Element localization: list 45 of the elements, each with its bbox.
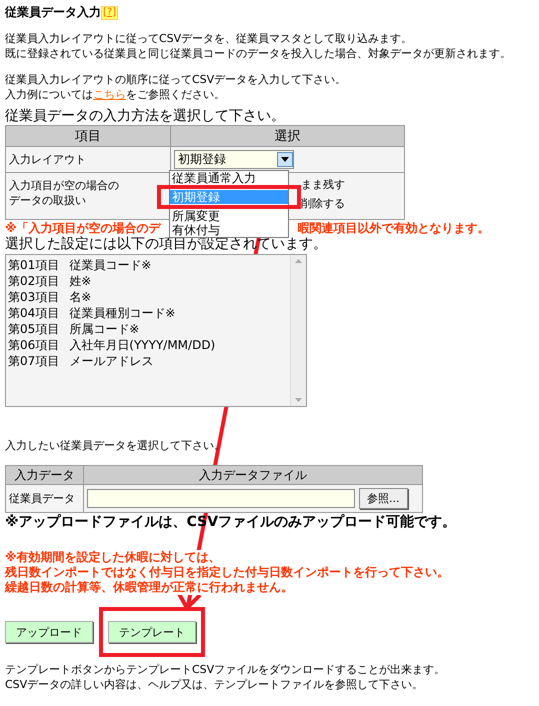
- dropdown-option[interactable]: 所属変更: [170, 209, 288, 223]
- dropdown-option[interactable]: 有休付与: [170, 223, 288, 237]
- item-number: 第02項目: [8, 273, 60, 289]
- page-title: 従業員データ入力: [5, 5, 101, 20]
- action-button[interactable]: テンプレート: [108, 621, 196, 643]
- scroll-up-icon: [295, 259, 302, 263]
- instruction-text: をご参照ください。: [126, 87, 225, 102]
- dropdown-option[interactable]: 従業員通常入力: [170, 171, 288, 185]
- instruction-text: 入力例については: [5, 87, 93, 102]
- item-number: 第06項目: [8, 337, 60, 353]
- item-name: 従業員種別コード※: [69, 305, 176, 321]
- column-header: 入力データファイル: [84, 466, 422, 484]
- table-cell: 入力レイアウト: [6, 146, 170, 172]
- item-number: 第07項目: [8, 353, 60, 369]
- item-number: 第01項目: [8, 257, 60, 273]
- warning-text: 暇関連項目以外で有効となります。: [298, 221, 490, 236]
- action-button[interactable]: アップロード: [5, 621, 93, 643]
- column-header: 入力データ: [6, 466, 84, 484]
- scroll-down-icon: [295, 398, 302, 402]
- intro-text: 既に登録されている従業員と同じ従業員コードのデータを投入した場合、対象データが更新されます。: [5, 46, 512, 61]
- footer-text: テンプレートボタンからテンプレートCSVファイルをダウンロードすることが出来ます。: [5, 662, 446, 677]
- column-header: 選択: [170, 126, 404, 146]
- warning-text: ※「入力項目が空の場合のデ: [5, 221, 161, 236]
- radio-option-label[interactable]: 削除する: [301, 196, 345, 211]
- item-name: 名※: [69, 289, 92, 305]
- item-number: 第04項目: [8, 305, 60, 321]
- browse-button[interactable]: 参照...: [359, 488, 408, 509]
- section-heading: 従業員データの入力方法を選択して下さい。: [5, 108, 286, 125]
- item-name: メールアドレス: [69, 353, 154, 369]
- column-header: 項目: [6, 126, 170, 146]
- layout-select[interactable]: 初期登録: [174, 150, 294, 169]
- intro-text: 従業員入力レイアウトに従ってCSVデータを、従業員マスタとして取り込みます。: [5, 31, 414, 46]
- table-cell: 従業員データ: [6, 484, 84, 512]
- scrollbar[interactable]: [290, 255, 306, 406]
- item-name: 所属コード※: [69, 321, 140, 337]
- item-name: 従業員コード※: [69, 257, 152, 273]
- item-number: 第03項目: [8, 289, 60, 305]
- footer-text: CSVデータの詳しい内容は、ヘルプ又は、テンプレートファイルを参照して下さい。: [5, 677, 424, 692]
- instruction-text: 従業員入力レイアウトの順序に従ってCSVデータを入力して下さい。: [5, 72, 348, 87]
- item-number: 第05項目: [8, 321, 60, 337]
- radio-option-label[interactable]: まま残す: [301, 177, 345, 192]
- item-name: 入社年月日(YYYY/MM/DD): [69, 337, 216, 353]
- file-path-field[interactable]: [87, 489, 355, 508]
- item-name: 姓※: [69, 273, 92, 289]
- instruction-text: 入力したい従業員データを選択して下さい。: [5, 438, 226, 453]
